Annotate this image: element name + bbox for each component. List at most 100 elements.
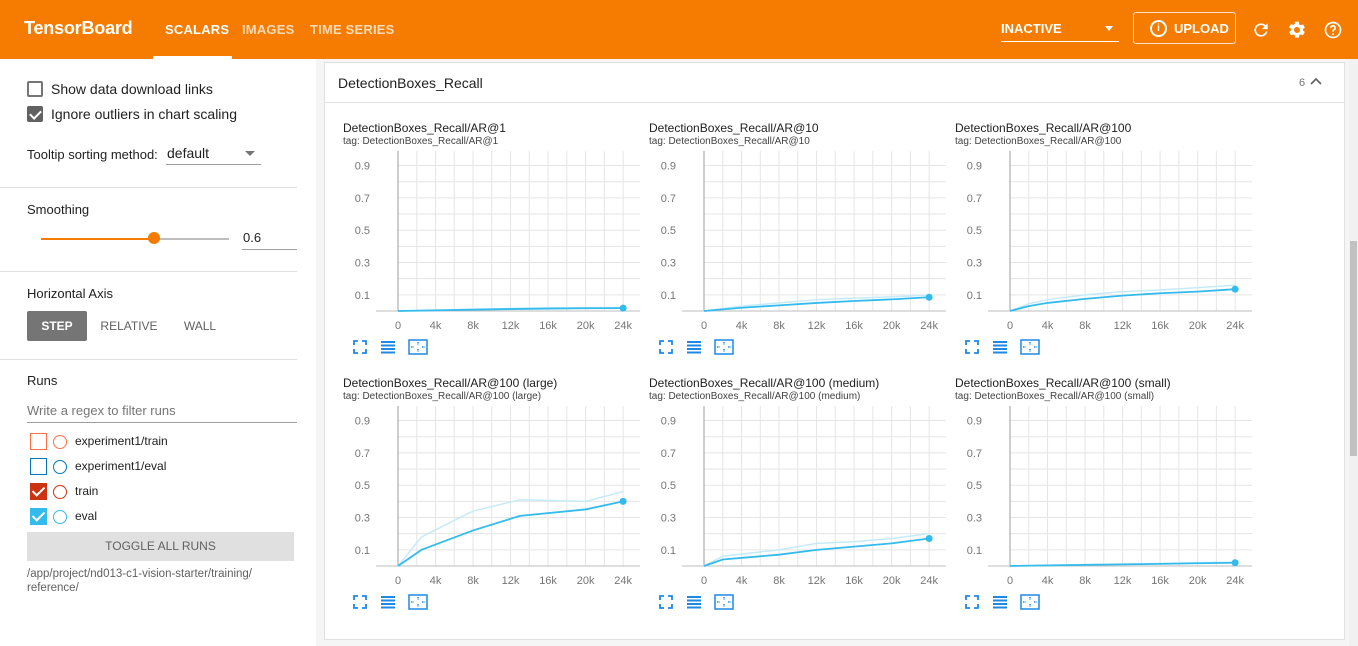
y-tick-label: 0.3 <box>355 513 370 525</box>
main-panel: DetectionBoxes_Recall 6 DetectionBoxes_R… <box>324 62 1345 640</box>
run-label: experiment1/eval <box>75 459 167 473</box>
run-checkbox[interactable] <box>30 508 47 525</box>
scalar-chart-card: DetectionBoxes_Recall/AR@1 tag: Detection… <box>343 121 643 371</box>
ignore-outliers-label: Ignore outliers in chart scaling <box>51 106 237 122</box>
run-color-swatch[interactable] <box>53 460 67 474</box>
run-label: train <box>75 484 99 498</box>
y-tick-label: 0.7 <box>661 193 676 205</box>
ignore-outliers-checkbox[interactable] <box>27 106 43 122</box>
toggle-log-scale-icon[interactable] <box>991 594 1009 610</box>
tab-images[interactable]: IMAGES <box>242 22 294 37</box>
toggle-log-scale-icon[interactable] <box>685 339 703 355</box>
upload-button[interactable]: i UPLOAD <box>1133 12 1236 44</box>
y-tick-label: 0.7 <box>661 448 676 460</box>
tooltip-sorting-label: Tooltip sorting method: <box>27 147 158 162</box>
run-color-swatch[interactable] <box>53 435 67 449</box>
chevron-down-icon <box>245 151 255 156</box>
toggle-all-runs-button[interactable]: TOGGLE ALL RUNS <box>27 532 294 561</box>
line-chart[interactable]: 0.9 0.7 0.5 0.3 0.1 0 4k 8k 12k 16k 20k 24k <box>343 406 643 586</box>
fullscreen-icon[interactable] <box>963 594 981 610</box>
smoothing-slider[interactable] <box>41 232 229 244</box>
top-app-bar: TensorBoard SCALARS IMAGES TIME SERIES I… <box>0 0 1358 59</box>
fullscreen-icon[interactable] <box>351 594 369 610</box>
x-tick-label: 0 <box>395 575 401 586</box>
axis-wall-button[interactable]: WALL <box>174 311 226 341</box>
horizontal-axis-label: Horizontal Axis <box>27 286 113 301</box>
smoothing-slider-fill <box>41 238 154 240</box>
x-tick-label: 8k <box>1079 320 1091 331</box>
run-color-swatch[interactable] <box>53 510 67 524</box>
run-checkbox[interactable] <box>30 433 47 450</box>
fit-domain-icon[interactable] <box>713 594 735 610</box>
fit-domain-icon[interactable] <box>407 594 429 610</box>
x-tick-label: 4k <box>430 575 442 586</box>
y-tick-label: 0.7 <box>967 193 982 205</box>
x-tick-label: 8k <box>467 575 479 586</box>
tab-scalars[interactable]: SCALARS <box>165 22 229 37</box>
y-tick-label: 0.1 <box>967 545 982 557</box>
run-checkbox[interactable] <box>30 458 47 475</box>
fullscreen-icon[interactable] <box>657 594 675 610</box>
scrollbar-thumb[interactable] <box>1350 241 1357 456</box>
fit-domain-icon[interactable] <box>1019 594 1041 610</box>
y-tick-label: 0.5 <box>355 480 370 492</box>
y-tick-label: 0.9 <box>661 416 676 428</box>
run-checkbox[interactable] <box>30 483 47 500</box>
x-tick-label: 20k <box>577 575 595 586</box>
tab-time-series[interactable]: TIME SERIES <box>310 22 395 37</box>
line-chart[interactable]: 0.9 0.7 0.5 0.3 0.1 0 4k 8k 12k 16k 20k 24k <box>955 151 1255 331</box>
toggle-log-scale-icon[interactable] <box>685 594 703 610</box>
x-tick-label: 12k <box>502 575 520 586</box>
fit-domain-icon[interactable] <box>407 339 429 355</box>
chart-tag: tag: DetectionBoxes_Recall/AR@100 (large… <box>343 391 542 402</box>
fullscreen-icon[interactable] <box>351 339 369 355</box>
axis-relative-button[interactable]: RELATIVE <box>97 311 161 341</box>
x-tick-label: 24k <box>920 320 938 331</box>
inactive-plugins-select[interactable]: INACTIVE <box>1001 18 1119 42</box>
y-tick-label: 0.1 <box>355 290 370 302</box>
last-point-marker <box>619 304 627 312</box>
fit-domain-icon[interactable] <box>713 339 735 355</box>
chart-tag: tag: DetectionBoxes_Recall/AR@1 <box>343 136 499 147</box>
settings-icon[interactable] <box>1287 20 1307 40</box>
y-tick-label: 0.9 <box>967 161 982 173</box>
x-tick-label: 0 <box>1007 320 1013 331</box>
y-tick-label: 0.1 <box>967 290 982 302</box>
page-scrollbar[interactable] <box>1349 59 1358 646</box>
tooltip-sorting-select[interactable]: default <box>166 141 261 165</box>
smoothing-value: 0.6 <box>243 230 262 245</box>
run-color-swatch[interactable] <box>53 485 67 499</box>
x-tick-label: 20k <box>883 320 901 331</box>
help-icon[interactable] <box>1323 20 1343 40</box>
refresh-icon[interactable] <box>1251 20 1271 40</box>
tag-group-header[interactable]: DetectionBoxes_Recall 6 <box>325 63 1344 103</box>
x-tick-label: 24k <box>614 320 632 331</box>
smoothing-slider-thumb[interactable] <box>147 232 160 244</box>
toggle-log-scale-icon[interactable] <box>379 594 397 610</box>
x-tick-label: 24k <box>1226 320 1244 331</box>
runs-label: Runs <box>27 373 58 388</box>
line-chart[interactable]: 0.9 0.7 0.5 0.3 0.1 0 4k 8k 12k 16k 20k 24k <box>955 406 1255 586</box>
toggle-log-scale-icon[interactable] <box>991 339 1009 355</box>
show-download-links-checkbox[interactable] <box>27 81 43 97</box>
runs-filter-input[interactable]: Write a regex to filter runs <box>27 399 297 423</box>
x-tick-label: 16k <box>845 320 863 331</box>
fullscreen-icon[interactable] <box>657 339 675 355</box>
fullscreen-icon[interactable] <box>963 339 981 355</box>
smoothing-value-input[interactable]: 0.6 <box>242 226 297 250</box>
line-chart[interactable]: 0.9 0.7 0.5 0.3 0.1 0 4k 8k 12k 16k 20k 24k <box>649 151 949 331</box>
fit-domain-icon[interactable] <box>1019 339 1041 355</box>
scalar-chart-card: DetectionBoxes_Recall/AR@100 tag: Detecti… <box>955 121 1255 371</box>
line-chart[interactable]: 0.9 0.7 0.5 0.3 0.1 0 4k 8k 12k 16k 20k 24k <box>343 151 643 331</box>
x-tick-label: 0 <box>701 320 707 331</box>
toggle-log-scale-icon[interactable] <box>379 339 397 355</box>
x-tick-label: 12k <box>808 320 826 331</box>
scalar-chart-card: DetectionBoxes_Recall/AR@100 (medium) tag… <box>649 376 949 626</box>
line-chart[interactable]: 0.9 0.7 0.5 0.3 0.1 0 4k 8k 12k 16k 20k 24k <box>649 406 949 586</box>
chart-tag: tag: DetectionBoxes_Recall/AR@100 (mediu… <box>649 391 861 402</box>
x-tick-label: 4k <box>736 575 748 586</box>
chevron-up-icon[interactable] <box>1310 76 1322 88</box>
x-tick-label: 16k <box>845 575 863 586</box>
last-point-marker <box>925 535 933 543</box>
axis-step-button[interactable]: STEP <box>27 311 87 341</box>
